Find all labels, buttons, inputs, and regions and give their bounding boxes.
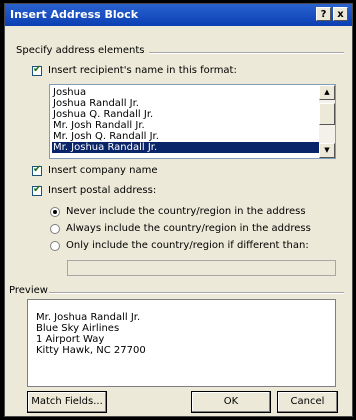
insert-postal-address-label: Insert postal address: (48, 185, 157, 196)
address-elements-separator (149, 52, 344, 54)
dialog-title: Insert Address Block (10, 8, 139, 21)
scroll-up-icon[interactable]: ▲ (319, 85, 335, 100)
close-button[interactable]: x (333, 7, 348, 21)
insert-recipient-name-label: Insert recipient's name in this format: (48, 65, 237, 76)
country-only-if-different-radio[interactable] (50, 241, 60, 251)
scroll-down-icon[interactable]: ▼ (319, 143, 335, 158)
cancel-button[interactable]: Cancel (277, 391, 338, 413)
country-always-radio[interactable] (50, 224, 60, 234)
preview-line: Blue Sky Airlines (36, 323, 120, 334)
list-item[interactable]: Joshua Q. Randall Jr. (52, 109, 319, 120)
preview-line: Mr. Joshua Randall Jr. (36, 312, 141, 323)
scroll-thumb[interactable] (319, 103, 335, 125)
preview-line: Kitty Hawk, NC 27700 (36, 345, 146, 356)
country-never-radio[interactable] (50, 207, 60, 217)
name-format-listbox[interactable]: Joshua Joshua Randall Jr. Joshua Q. Rand… (49, 84, 336, 159)
country-region-field[interactable] (67, 260, 336, 276)
name-format-scrollbar[interactable]: ▲ ▼ (319, 85, 335, 158)
insert-company-name-label: Insert company name (48, 165, 158, 176)
preview-line: 1 Airport Way (36, 334, 105, 345)
insert-recipient-name-checkbox[interactable] (32, 64, 42, 76)
list-item-selected[interactable]: Mr. Joshua Randall Jr. (52, 142, 319, 153)
insert-postal-address-checkbox[interactable] (32, 184, 42, 196)
country-always-label: Always include the country/region in the… (66, 223, 311, 234)
list-item[interactable]: Mr. Josh Randall Jr. (52, 120, 319, 131)
help-button[interactable]: ? (316, 7, 331, 21)
insert-address-block-dialog: Insert Address Block ? x Specify address… (4, 3, 353, 417)
list-item[interactable]: Joshua Randall Jr. (52, 98, 319, 109)
list-item[interactable]: Joshua (52, 87, 319, 98)
preview-group-label: Preview (9, 285, 48, 296)
address-elements-group-label: Specify address elements (16, 45, 145, 56)
list-item[interactable]: Mr. Josh Q. Randall Jr. (52, 131, 319, 142)
country-never-label: Never include the country/region in the … (66, 206, 306, 217)
title-bar: Insert Address Block ? x (5, 4, 352, 26)
insert-company-name-checkbox[interactable] (32, 164, 42, 176)
address-preview: Mr. Joshua Randall Jr. Blue Sky Airlines… (27, 299, 336, 387)
match-fields-button[interactable]: Match Fields... (27, 391, 107, 413)
country-only-if-different-label: Only include the country/region if diffe… (66, 240, 309, 251)
preview-separator (49, 292, 344, 294)
ok-button[interactable]: OK (191, 391, 271, 413)
